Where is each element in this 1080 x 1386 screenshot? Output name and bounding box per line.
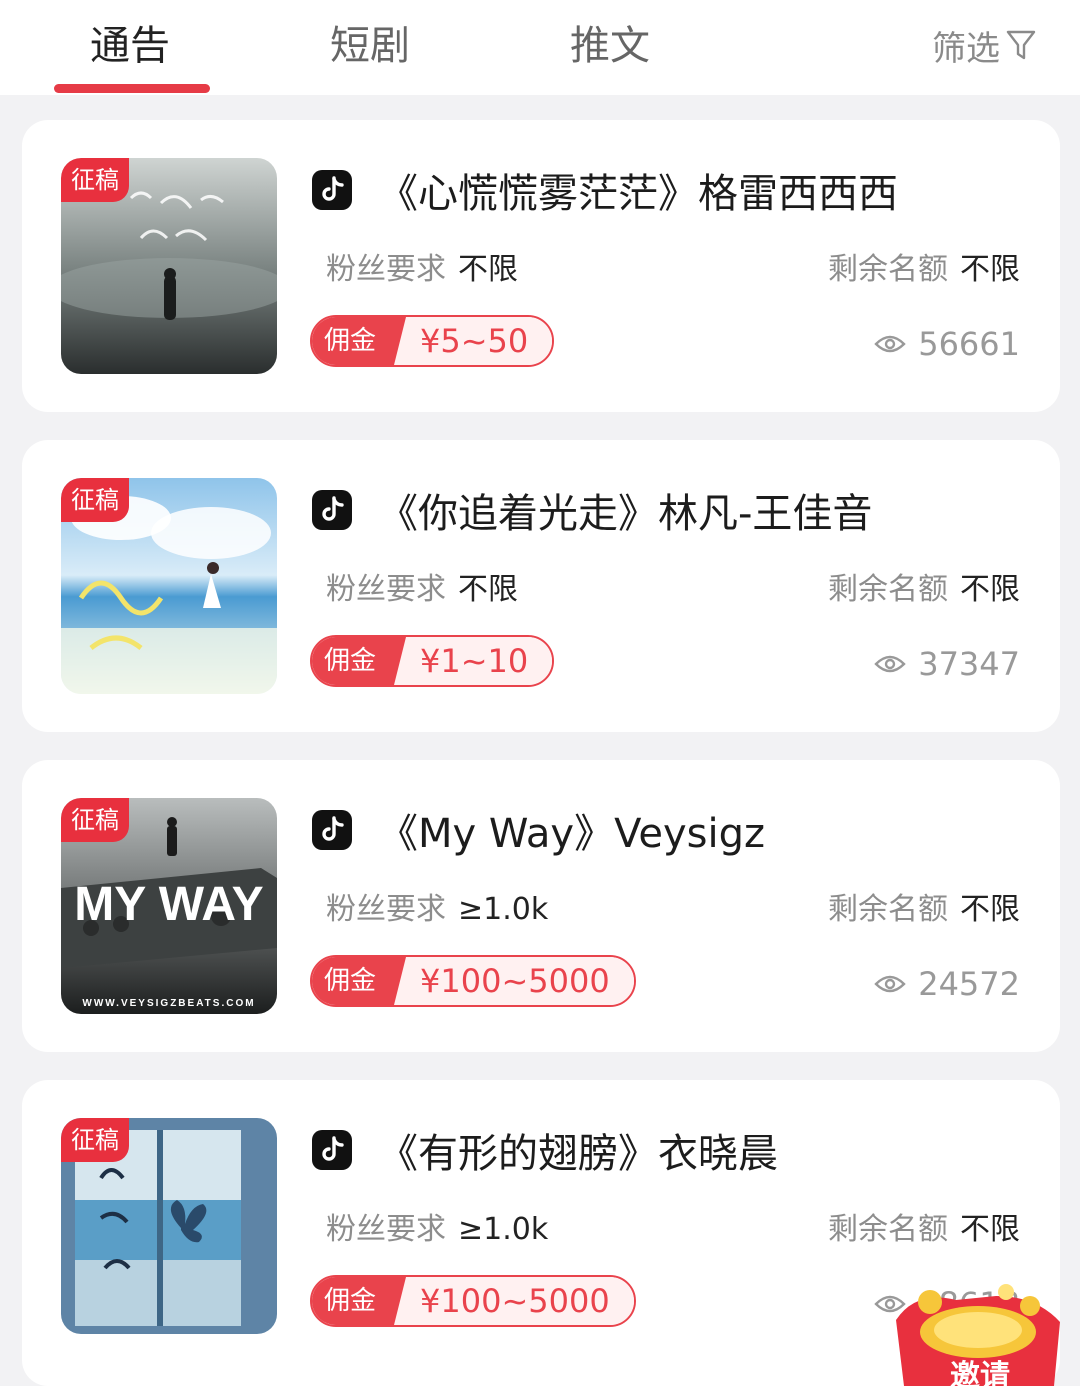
view-count: 37347	[874, 644, 1020, 684]
commission-amount: ¥1~10	[394, 637, 553, 685]
eye-icon	[874, 655, 906, 673]
call-for-submissions-tag: 征稿	[61, 478, 129, 522]
tiktok-icon	[312, 810, 352, 850]
quota-value: 不限	[960, 252, 1020, 287]
remaining-quota: 剩余名额 不限	[828, 244, 1020, 288]
tab-short-drama[interactable]: 短剧	[330, 16, 410, 76]
title-row: 《My Way》Veysigz	[312, 802, 765, 858]
title-row: 《你追着光走》林凡-王佳音	[312, 482, 872, 538]
item-title: 《你追着光走》林凡-王佳音	[378, 491, 873, 537]
active-tab-indicator	[54, 84, 210, 93]
cover-title-text: MY WAY	[74, 878, 263, 931]
eye-icon	[874, 975, 906, 993]
filter-button[interactable]: 筛选	[932, 20, 1036, 70]
filter-label: 筛选	[932, 28, 1000, 69]
view-count: 56661	[874, 324, 1020, 364]
fans-label: 粉丝要求	[326, 252, 446, 287]
cover-image: 征稿	[61, 158, 277, 374]
item-title: 《My Way》Veysigz	[378, 811, 765, 857]
commission-amount: ¥100~5000	[394, 957, 634, 1005]
commission-amount: ¥100~5000	[394, 1277, 634, 1325]
fans-value: 不限	[458, 572, 518, 607]
commission-label: 佣金	[312, 317, 407, 365]
quota-label: 剩余名额	[828, 252, 948, 287]
quota-value: 不限	[960, 572, 1020, 607]
tiktok-icon	[312, 170, 352, 210]
fans-requirement: 粉丝要求 不限	[326, 244, 518, 288]
quota-value: 不限	[960, 1212, 1020, 1247]
quota-label: 剩余名额	[828, 1212, 948, 1247]
cover-url-text: WWW.VEYSIGZBEATS.COM	[82, 998, 255, 1009]
item-title: 《心慌慌雾茫茫》格雷西西西	[378, 171, 898, 217]
quota-label: 剩余名额	[828, 572, 948, 607]
top-tab-bar: 通告 短剧 推文 筛选	[0, 0, 1080, 95]
fans-value: ≥1.0k	[458, 892, 549, 927]
commission-badge: 佣金 ¥5~50	[310, 315, 555, 367]
quota-label: 剩余名额	[828, 892, 948, 927]
fans-requirement: 粉丝要求 不限	[326, 564, 518, 608]
announcement-card[interactable]: 征稿 《心慌慌雾茫茫》格雷西西西 粉丝要求 不限 剩余名额 不限 佣金 ¥5~50 5…	[22, 120, 1060, 412]
fans-label: 粉丝要求	[326, 572, 446, 607]
filter-funnel-icon	[1006, 30, 1036, 60]
fans-value: ≥1.0k	[458, 1212, 549, 1247]
commission-label: 佣金	[312, 1277, 407, 1325]
cover-image: 征稿	[61, 1118, 277, 1334]
commission-badge: 佣金 ¥100~5000	[310, 1275, 636, 1327]
remaining-quota: 剩余名额 不限	[828, 564, 1020, 608]
call-for-submissions-tag: 征稿	[61, 798, 129, 842]
tab-articles[interactable]: 推文	[570, 16, 650, 76]
fans-label: 粉丝要求	[326, 1212, 446, 1247]
view-count: 24572	[874, 964, 1020, 1004]
invite-label: 邀请	[950, 1359, 1010, 1386]
tiktok-icon	[312, 490, 352, 530]
title-row: 《心慌慌雾茫茫》格雷西西西	[312, 162, 898, 218]
fans-value: 不限	[458, 252, 518, 287]
announcement-card[interactable]: 征稿 《你追着光走》林凡-王佳音 粉丝要求 不限 剩余名额 不限 佣金 ¥1~10 3…	[22, 440, 1060, 732]
fans-requirement: 粉丝要求 ≥1.0k	[326, 884, 548, 928]
fans-label: 粉丝要求	[326, 892, 446, 927]
commission-badge: 佣金 ¥1~10	[310, 635, 555, 687]
tab-announcements[interactable]: 通告	[90, 16, 170, 76]
remaining-quota: 剩余名额 不限	[828, 1204, 1020, 1248]
view-count-value: 37347	[918, 645, 1020, 683]
eye-icon	[874, 335, 906, 353]
title-row: 《有形的翅膀》衣晓晨	[312, 1122, 778, 1178]
view-count-value: 56661	[918, 325, 1020, 363]
cover-image: 征稿	[61, 478, 277, 694]
commission-badge: 佣金 ¥100~5000	[310, 955, 636, 1007]
call-for-submissions-tag: 征稿	[61, 1118, 129, 1162]
tiktok-icon	[312, 1130, 352, 1170]
cover-image: MY WAY WWW.VEYSIGZBEATS.COM 征稿	[61, 798, 277, 1014]
quota-value: 不限	[960, 892, 1020, 927]
commission-amount: ¥5~50	[394, 317, 553, 365]
fans-requirement: 粉丝要求 ≥1.0k	[326, 1204, 548, 1248]
commission-label: 佣金	[312, 957, 407, 1005]
invite-floating-button[interactable]: 邀请	[886, 1280, 1070, 1386]
remaining-quota: 剩余名额 不限	[828, 884, 1020, 928]
announcement-card[interactable]: MY WAY WWW.VEYSIGZBEATS.COM 征稿 《My Way》V…	[22, 760, 1060, 1052]
commission-label: 佣金	[312, 637, 407, 685]
item-title: 《有形的翅膀》衣晓晨	[378, 1131, 778, 1177]
view-count-value: 24572	[918, 965, 1020, 1003]
call-for-submissions-tag: 征稿	[61, 158, 129, 202]
